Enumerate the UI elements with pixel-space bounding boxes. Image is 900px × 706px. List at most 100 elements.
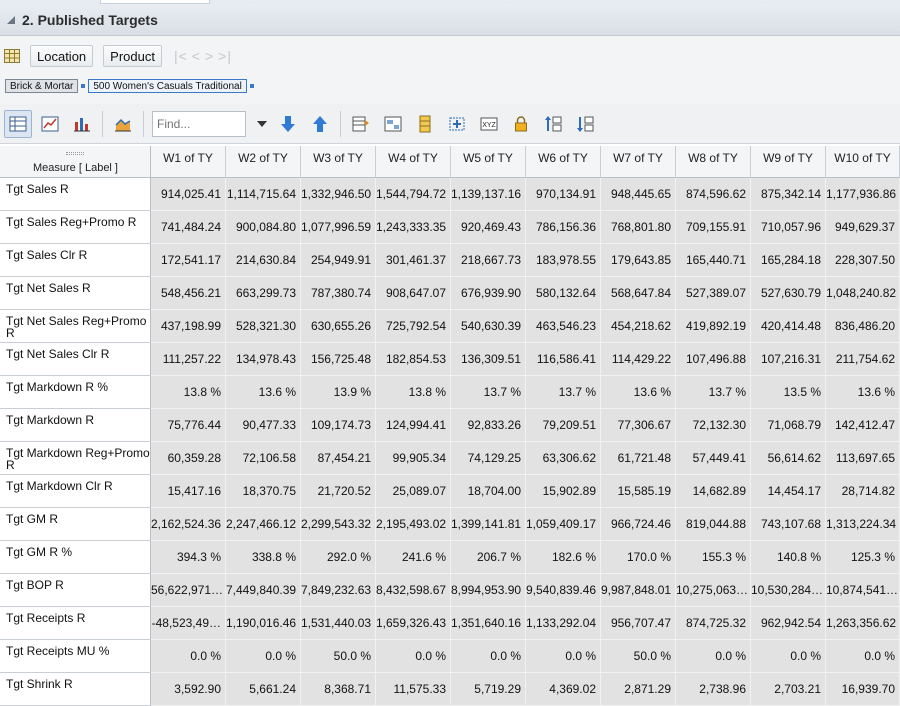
data-cell[interactable]: 13.7 % [451, 376, 526, 409]
sort-descending-button[interactable] [571, 110, 599, 138]
column-header[interactable]: W5 of TY [451, 146, 526, 178]
data-cell[interactable]: 50.0 % [601, 640, 676, 673]
area-chart-button[interactable] [109, 110, 137, 138]
column-header[interactable]: W7 of TY [601, 146, 676, 178]
data-cell[interactable]: 394.3 % [151, 541, 226, 574]
sort-ascending-button[interactable] [539, 110, 567, 138]
data-cell[interactable]: 836,486.20 [826, 310, 900, 343]
data-cell[interactable]: 743,107.68 [751, 508, 826, 541]
data-cell[interactable]: 0.0 % [526, 640, 601, 673]
data-cell[interactable]: 16,939.70 [826, 673, 900, 706]
data-cell[interactable]: 874,725.32 [676, 607, 751, 640]
data-cell[interactable]: 1,659,326.43 [376, 607, 451, 640]
data-cell[interactable]: 0.0 % [751, 640, 826, 673]
data-cell[interactable]: 8,368.71 [301, 673, 376, 706]
data-cell[interactable]: 241.6 % [376, 541, 451, 574]
data-cell[interactable]: 116,586.41 [526, 343, 601, 376]
data-cell[interactable]: 113,697.65 [826, 442, 900, 475]
data-cell[interactable]: 663,299.73 [226, 277, 301, 310]
column-header[interactable]: W9 of TY [751, 146, 826, 178]
data-cell[interactable]: 454,218.62 [601, 310, 676, 343]
data-cell[interactable]: 1,077,996.59 [301, 211, 376, 244]
data-cell[interactable]: 948,445.65 [601, 178, 676, 211]
data-cell[interactable]: 60,359.28 [151, 442, 226, 475]
data-cell[interactable]: 8,432,598.67 [376, 574, 451, 607]
first-page-icon[interactable]: |< [174, 48, 188, 64]
find-dropdown[interactable] [252, 111, 272, 137]
data-cell[interactable]: 156,725.48 [301, 343, 376, 376]
data-cell[interactable]: 179,643.85 [601, 244, 676, 277]
find-next-button[interactable] [274, 110, 302, 138]
data-cell[interactable]: 13.5 % [751, 376, 826, 409]
data-cell[interactable]: 13.8 % [376, 376, 451, 409]
data-cell[interactable]: 15,585.19 [601, 475, 676, 508]
grid-view-button[interactable] [4, 109, 32, 138]
data-cell[interactable]: 1,399,141.81 [451, 508, 526, 541]
collapse-triangle-icon[interactable] [6, 15, 16, 25]
data-cell[interactable]: 13.9 % [301, 376, 376, 409]
data-cell[interactable]: 7,449,840.39 [226, 574, 301, 607]
breadcrumb-channel[interactable]: Brick & Mortar [5, 79, 79, 93]
data-cell[interactable]: 92,833.26 [451, 409, 526, 442]
data-cell[interactable]: 61,721.48 [601, 442, 676, 475]
data-cell[interactable]: 13.6 % [226, 376, 301, 409]
data-cell[interactable]: 14,454.17 [751, 475, 826, 508]
data-cell[interactable]: 206.7 % [451, 541, 526, 574]
data-cell[interactable]: 1,133,292.04 [526, 607, 601, 640]
data-cell[interactable]: 0.0 % [376, 640, 451, 673]
data-cell[interactable]: 710,057.96 [751, 211, 826, 244]
data-cell[interactable]: 109,174.73 [301, 409, 376, 442]
pivot-button[interactable] [347, 110, 375, 138]
data-cell[interactable]: 124,994.41 [376, 409, 451, 442]
column-header[interactable]: W2 of TY [226, 146, 301, 178]
data-cell[interactable]: 1,177,936.86 [826, 178, 900, 211]
column-header[interactable]: W4 of TY [376, 146, 451, 178]
data-cell[interactable]: 5,719.29 [451, 673, 526, 706]
data-cell[interactable]: 74,129.25 [451, 442, 526, 475]
data-cell[interactable]: 87,454.21 [301, 442, 376, 475]
data-cell[interactable]: 15,902.89 [526, 475, 601, 508]
find-previous-button[interactable] [306, 110, 334, 138]
data-cell[interactable]: 1,351,640.16 [451, 607, 526, 640]
data-cell[interactable]: 676,939.90 [451, 277, 526, 310]
data-cell[interactable]: 338.8 % [226, 541, 301, 574]
data-cell[interactable]: 99,905.34 [376, 442, 451, 475]
data-cell[interactable]: 0.0 % [226, 640, 301, 673]
data-cell[interactable]: 10,275,063… [676, 574, 751, 607]
data-cell[interactable]: 182,854.53 [376, 343, 451, 376]
data-cell[interactable]: 725,792.54 [376, 310, 451, 343]
data-cell[interactable]: 2,195,493.02 [376, 508, 451, 541]
data-cell[interactable]: 7,849,232.63 [301, 574, 376, 607]
data-cell[interactable]: 1,313,224.34 [826, 508, 900, 541]
data-cell[interactable]: 13.7 % [676, 376, 751, 409]
data-cell[interactable]: 4,369.02 [526, 673, 601, 706]
data-cell[interactable]: 437,198.99 [151, 310, 226, 343]
data-cell[interactable]: 1,190,016.46 [226, 607, 301, 640]
product-button[interactable]: Product [103, 45, 162, 67]
data-cell[interactable]: 228,307.50 [826, 244, 900, 277]
data-cell[interactable]: 786,156.36 [526, 211, 601, 244]
column-header[interactable]: W6 of TY [526, 146, 601, 178]
data-cell[interactable]: 14,682.89 [676, 475, 751, 508]
breadcrumb-department[interactable]: 500 Women's Casuals Traditional [88, 79, 247, 93]
data-cell[interactable]: 13.7 % [526, 376, 601, 409]
next-page-icon[interactable]: > [205, 48, 214, 64]
data-cell[interactable]: 292.0 % [301, 541, 376, 574]
data-cell[interactable]: 50.0 % [301, 640, 376, 673]
data-cell[interactable]: 28,714.82 [826, 475, 900, 508]
data-cell[interactable]: 741,484.24 [151, 211, 226, 244]
data-cell[interactable]: 15,417.16 [151, 475, 226, 508]
data-cell[interactable]: 966,724.46 [601, 508, 676, 541]
data-cell[interactable]: 136,309.51 [451, 343, 526, 376]
data-cell[interactable]: 165,440.71 [676, 244, 751, 277]
data-cell[interactable]: 254,949.91 [301, 244, 376, 277]
data-cell[interactable]: 1,544,794.72 [376, 178, 451, 211]
data-cell[interactable]: 170.0 % [601, 541, 676, 574]
data-cell[interactable]: 63,306.62 [526, 442, 601, 475]
data-cell[interactable]: 71,068.79 [751, 409, 826, 442]
data-cell[interactable]: 548,456.21 [151, 277, 226, 310]
data-cell[interactable]: 420,414.48 [751, 310, 826, 343]
data-cell[interactable]: 1,243,333.35 [376, 211, 451, 244]
data-cell[interactable]: 214,630.84 [226, 244, 301, 277]
data-cell[interactable]: 9,540,839.46 [526, 574, 601, 607]
